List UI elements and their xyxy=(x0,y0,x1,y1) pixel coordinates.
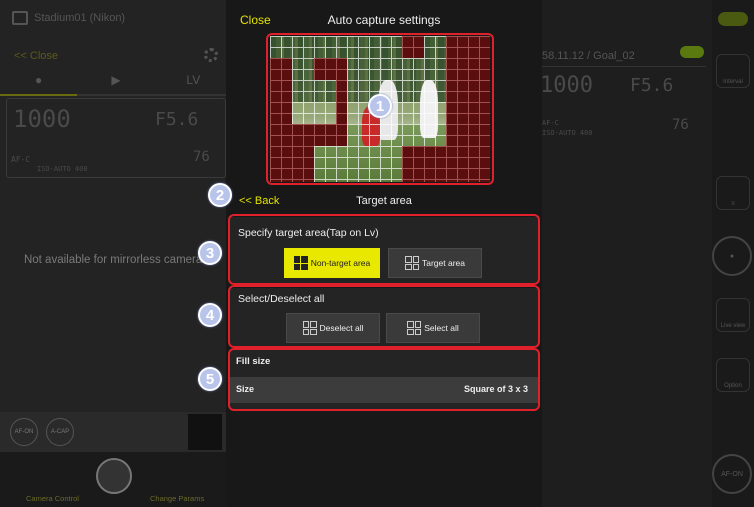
left-close-link[interactable]: << Close xyxy=(14,50,58,62)
list-button[interactable]: ≡ xyxy=(716,176,750,210)
iso-value: ISO-AUTO 400 xyxy=(542,129,593,137)
shutter-value: 1000 xyxy=(540,73,593,98)
live-view-button[interactable]: Live view xyxy=(716,298,750,332)
preview-thumb xyxy=(188,414,222,450)
af-mode: AF-C xyxy=(542,119,559,127)
app-root: Stadium01 (Nikon) << Close ● ▶ LV 1000 F… xyxy=(0,0,754,507)
aperture-value: F5.6 xyxy=(155,109,199,130)
camera-icon: ● xyxy=(35,73,43,87)
close-button[interactable]: Close xyxy=(240,13,271,27)
target-area-heading: Target area xyxy=(356,195,412,207)
aperture-value: F5.6 xyxy=(630,75,674,96)
tab-playback[interactable]: ▶ xyxy=(77,66,155,96)
camera-header: Stadium01 (Nikon) xyxy=(0,0,232,36)
list-icon: ≡ xyxy=(731,201,735,207)
dialog-title: Auto capture settings xyxy=(327,13,441,27)
callout-box-3 xyxy=(228,214,540,285)
af-mode: AF-C xyxy=(11,155,31,164)
camera-icon: ● xyxy=(729,252,735,260)
right-toggle[interactable] xyxy=(680,46,704,58)
callout-badge-1: 1 xyxy=(368,94,392,118)
callout-badge-5: 5 xyxy=(198,367,222,391)
nav-camera-control[interactable]: Camera Control xyxy=(26,494,79,503)
interval-button[interactable]: Interval xyxy=(716,54,750,88)
a-cap-button[interactable]: A-CAP xyxy=(46,418,74,446)
tab-lv[interactable]: LV xyxy=(154,66,232,96)
right-info: 58.11.12 / Goal_02 xyxy=(542,50,635,62)
camera-name: Stadium01 (Nikon) xyxy=(34,12,126,24)
play-icon: ▶ xyxy=(111,73,121,87)
side-af-on-button[interactable]: AF-ON xyxy=(712,454,752,494)
af-on-button[interactable]: AF-ON xyxy=(10,418,38,446)
nav-change-params[interactable]: Change Params xyxy=(150,494,204,503)
callout-badge-4: 4 xyxy=(198,303,222,327)
shutter-button[interactable] xyxy=(96,458,132,494)
left-tabs: ● ▶ LV xyxy=(0,66,232,96)
callout-box-5 xyxy=(228,348,540,411)
callout-badge-3: 3 xyxy=(198,241,222,265)
iso-value: ISO-AUTO 400 xyxy=(37,165,88,173)
camera-icon xyxy=(12,11,28,25)
tab-camera[interactable]: ● xyxy=(0,66,78,96)
camera-round-button[interactable]: ● xyxy=(712,236,752,276)
callout-box-4 xyxy=(228,285,540,348)
remaining-shots: 76 xyxy=(193,149,210,165)
side-toggle[interactable] xyxy=(718,12,748,26)
gear-icon[interactable] xyxy=(204,48,218,62)
remaining-shots: 76 xyxy=(672,117,689,133)
shutter-value: 1000 xyxy=(13,105,71,133)
right-exposure-readout: 1000 F5.6 AF-C ISO-AUTO 400 76 xyxy=(540,66,706,146)
mirrorless-message: Not available for mirrorless cameras xyxy=(23,254,209,266)
option-button[interactable]: Option xyxy=(716,358,750,392)
exposure-readout: 1000 F5.6 AF-C ISO-AUTO 400 76 xyxy=(6,98,226,178)
